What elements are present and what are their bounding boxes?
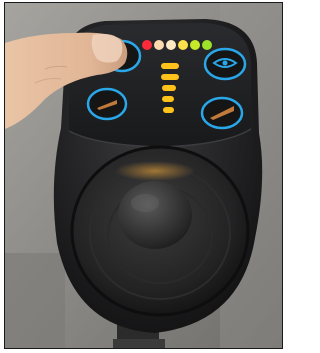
- joystick-knob[interactable]: [118, 181, 192, 249]
- battery-led: [154, 40, 164, 50]
- battery-led: [166, 40, 176, 50]
- speed-led: [161, 63, 179, 69]
- speed-down-button[interactable]: [86, 87, 128, 121]
- battery-led: [190, 40, 200, 50]
- battery-led: [202, 40, 212, 50]
- photo-scene: ⏻: [5, 3, 282, 348]
- speed-led: [163, 107, 174, 113]
- photo-frame: ⏻: [4, 2, 283, 349]
- speed-up-button[interactable]: [200, 96, 244, 130]
- speed-led: [161, 74, 179, 80]
- battery-led: [178, 40, 188, 50]
- speed-led: [162, 85, 176, 91]
- speed-led: [162, 96, 174, 102]
- horn-button[interactable]: [203, 47, 247, 81]
- battery-led: [142, 40, 152, 50]
